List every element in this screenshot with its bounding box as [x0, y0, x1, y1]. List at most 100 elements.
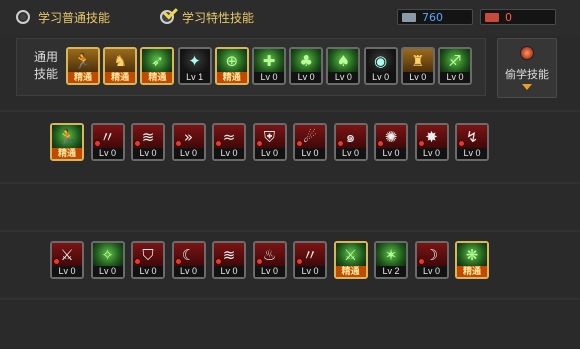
book-badge-icon [53, 258, 60, 265]
target-skill-icon: ⊕ [216, 49, 247, 73]
skill-level-label: Lv 0 [416, 148, 447, 159]
book-badge-icon [417, 258, 425, 265]
skill-slot[interactable]: ✚ Lv 0 [252, 47, 286, 85]
radio-unselected-icon [16, 10, 30, 24]
skill-slot[interactable]: ↯ Lv 0 [455, 123, 489, 161]
tab-trait-skills-label: 学习特性技能 [182, 10, 255, 25]
sword-skill-icon-glyph: ⚔ [343, 246, 358, 264]
skill-level-label: 精通 [335, 266, 366, 277]
skill-level-label: Lv 0 [416, 266, 447, 277]
divider [0, 230, 580, 232]
spark-skill-icon-glyph: ✧ [101, 246, 114, 264]
skill-level-label: Lv 0 [214, 148, 244, 159]
mushroom-skill-icon: ♣ [291, 49, 322, 73]
skill-level-label: Lv 0 [291, 72, 322, 83]
skill-level-label: Lv 0 [254, 148, 285, 159]
skill-slot[interactable]: ⚔ 精通 [333, 241, 368, 279]
skill-slot[interactable]: ☾ Lv 0 [171, 241, 206, 279]
book-badge-icon [215, 140, 222, 147]
skill-slot[interactable]: ≋ Lv 0 [212, 241, 246, 279]
skill-slot[interactable]: ➶ 精通 [140, 47, 175, 85]
divider [0, 182, 580, 184]
kick-skill-icon: ♞ [105, 49, 136, 73]
tab-trait-skills[interactable]: 学习特性技能 [160, 7, 254, 27]
leap-skill-icon-glyph: ♐ [448, 52, 462, 70]
crosshair-skill-icon: ✚ [254, 49, 284, 73]
sprint-skill-icon: 🏃 [52, 125, 82, 149]
steal-skill-label: 偷学技能 [505, 68, 549, 81]
top-bar: 学习普通技能 学习特性技能 760 0 [0, 0, 580, 36]
skill-slot[interactable]: ♞ 精通 [103, 47, 138, 85]
skill-slot[interactable]: ⛨ Lv 0 [252, 123, 287, 161]
skill-slot[interactable]: ◉ Lv 0 [363, 47, 398, 85]
tab-normal-skills[interactable]: 学习普通技能 [16, 7, 110, 27]
skill-slot[interactable]: ☽ Lv 0 [414, 241, 449, 279]
skill-slot[interactable]: ⊕ 精通 [214, 47, 249, 85]
book-badge-icon [174, 140, 182, 147]
skill-slot[interactable]: 〃 Lv 0 [293, 241, 327, 279]
skill-level-label: Lv 0 [335, 148, 366, 159]
wings-skill-icon-glyph: ✦ [188, 52, 201, 70]
skill-slot[interactable]: ⛉ Lv 0 [131, 241, 165, 279]
book-badge-icon [174, 258, 182, 265]
skill-slot[interactable]: 🏃 精通 [66, 47, 100, 85]
book-badge-icon [255, 140, 263, 147]
sword-skill-icon: ⚔ [335, 243, 366, 267]
figure-skill-icon-glyph: ♠ [336, 52, 351, 70]
currency-red: 0 [480, 9, 556, 25]
skill-slot[interactable]: ๑ Lv 0 [333, 123, 368, 161]
ticket-icon [402, 12, 416, 22]
skill-slot[interactable]: ✺ Lv 0 [374, 123, 408, 161]
skill-level-label: Lv 0 [133, 266, 163, 277]
skill-slot[interactable]: 🏃 精通 [50, 123, 84, 161]
skill-level-label: Lv 0 [92, 266, 123, 277]
target-skill-icon-glyph: ⊕ [225, 52, 239, 70]
skill-level-label: Lv 0 [295, 148, 325, 159]
skill-slot[interactable]: ✸ Lv 0 [414, 123, 449, 161]
skill-slot[interactable]: ✧ Lv 0 [90, 241, 125, 279]
skill-level-label: 精通 [142, 72, 173, 83]
divider [0, 110, 580, 112]
chevron-down-icon [522, 84, 532, 90]
book-badge-icon [458, 140, 465, 147]
skill-level-label: Lv 2 [376, 266, 406, 277]
skill-slot[interactable]: ♨ Lv 0 [252, 241, 287, 279]
skill-level-label: Lv 0 [328, 72, 359, 83]
skill-slot[interactable]: ♐ Lv 0 [438, 47, 472, 85]
checkmark-icon [160, 10, 174, 24]
book-badge-icon [377, 140, 384, 147]
skill-slot[interactable]: ❋ 精通 [455, 241, 489, 279]
skill-slot[interactable]: 〃 Lv 0 [90, 123, 125, 161]
vortex-skill-icon-glyph: ✶ [384, 246, 398, 264]
skill-slot[interactable]: ✶ Lv 2 [374, 241, 408, 279]
skill-level-label: Lv 0 [457, 148, 487, 159]
skill-level-label: 精通 [68, 72, 98, 83]
skill-slot[interactable]: ☄ Lv 0 [293, 123, 327, 161]
skill-level-label: Lv 0 [402, 72, 433, 83]
skill-slot[interactable]: ♣ Lv 0 [289, 47, 324, 85]
vortex-skill-icon: ✶ [376, 243, 406, 267]
general-skills-label: 通用技能 [34, 50, 59, 81]
skill-level-label: Lv 0 [133, 148, 163, 159]
strength-skill-icon: ♜ [402, 49, 433, 73]
skill-slot[interactable]: ♠ Lv 0 [326, 47, 361, 85]
skill-level-label: Lv 0 [376, 148, 406, 159]
skill-slot[interactable]: ✦ Lv 1 [177, 47, 212, 85]
skill-slot[interactable]: » Lv 0 [171, 123, 206, 161]
wings-skill-icon: ✦ [179, 49, 210, 73]
skill-level-label: Lv 0 [254, 72, 284, 83]
strength-skill-icon-glyph: ♜ [411, 52, 425, 70]
book-badge-icon [417, 140, 425, 147]
book-badge-icon [134, 140, 141, 147]
skill-level-label: Lv 0 [295, 266, 325, 277]
skill-slot[interactable]: ♜ Lv 0 [400, 47, 435, 85]
mushroom-skill-icon-glyph: ♣ [299, 52, 313, 70]
skill-slot[interactable]: ⚔ Lv 0 [50, 241, 84, 279]
kick-skill-icon-glyph: ♞ [113, 52, 127, 70]
skill-level-label: Lv 0 [92, 148, 123, 159]
skill-slot[interactable]: ≈ Lv 0 [212, 123, 246, 161]
skill-level-label: Lv 0 [440, 72, 470, 83]
steal-skill-button[interactable]: 偷学技能 [497, 38, 557, 98]
skill-slot[interactable]: ≋ Lv 0 [131, 123, 165, 161]
runner-skill-icon-glyph: 🏃 [73, 52, 93, 70]
